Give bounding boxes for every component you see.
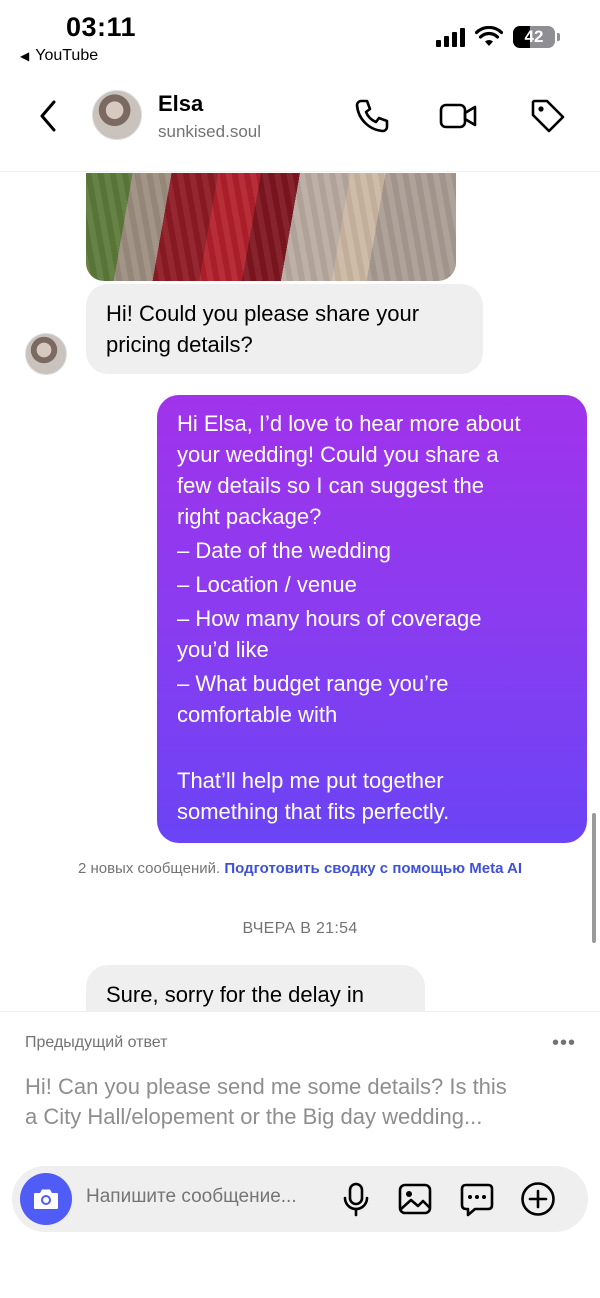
message-line: your wedding! Could you share a: [177, 442, 499, 467]
back-chevron-icon[interactable]: [32, 96, 68, 136]
add-plus-icon[interactable]: [519, 1180, 557, 1218]
outgoing-message-bubble[interactable]: Hi Elsa, I’d love to hear more about you…: [157, 395, 587, 843]
message-line: That’ll help me put together: [177, 768, 444, 793]
incoming-message-bubble[interactable]: Sure, sorry for the delay in: [86, 965, 425, 1011]
camera-button[interactable]: [20, 1173, 72, 1225]
new-messages-notice: 2 новых сообщений. Подготовить сводку с …: [0, 860, 600, 877]
contact-avatar[interactable]: [92, 90, 142, 140]
back-to-app-link[interactable]: ◀ YouTube: [20, 47, 98, 65]
contact-name[interactable]: Elsa: [158, 91, 203, 117]
gallery-image-icon[interactable]: [396, 1180, 434, 1218]
reply-line: a City Hall/elopement or the Big day wed…: [25, 1104, 483, 1129]
tag-label-icon[interactable]: [528, 96, 568, 136]
message-line: something that fits perfectly.: [177, 799, 450, 824]
status-bar: 03:11 ◀ YouTube 42: [0, 0, 600, 76]
message-line: pricing details?: [106, 332, 253, 357]
chat-header: Elsa sunkised.soul: [0, 76, 600, 172]
message-line: comfortable with: [177, 702, 338, 727]
message-line: right package?: [177, 504, 322, 529]
video-call-icon[interactable]: [438, 96, 478, 136]
microphone-icon[interactable]: [337, 1180, 375, 1218]
status-indicators: 42: [436, 26, 560, 48]
back-app-label: YouTube: [35, 47, 99, 64]
chat-bubble-icon[interactable]: [458, 1180, 496, 1218]
message-line: you’d like: [177, 637, 269, 662]
message-line: Hi! Could you please share your: [106, 301, 420, 326]
cellular-signal-icon: [436, 27, 465, 47]
wifi-icon: [475, 26, 503, 46]
status-time: 03:11: [66, 12, 137, 42]
scrollbar[interactable]: [592, 813, 596, 943]
reply-line: Hi! Can you please send me some details?…: [25, 1074, 507, 1099]
message-line: – Location / venue: [177, 572, 357, 597]
reply-panel-title: Предыдущий ответ: [25, 1034, 168, 1051]
back-triangle-icon: ◀: [20, 49, 30, 63]
message-line: – Date of the wedding: [177, 538, 392, 563]
new-messages-count: 2 новых сообщений.: [77, 860, 221, 877]
message-line: few details so I can suggest the: [177, 473, 484, 498]
more-options-icon[interactable]: •••: [552, 1032, 576, 1055]
message-input[interactable]: [86, 1186, 331, 1208]
contact-handle[interactable]: sunkised.soul: [158, 122, 261, 142]
sender-avatar[interactable]: [25, 333, 67, 375]
meta-ai-summary-link[interactable]: Подготовить сводку с помощью Meta AI: [224, 860, 522, 877]
message-line: – What budget range you’re: [177, 671, 449, 696]
battery-icon: 42: [513, 26, 555, 48]
message-thread[interactable]: Hi! Could you please share your pricing …: [0, 173, 600, 1011]
shared-wedding-photo[interactable]: [86, 173, 456, 281]
incoming-message-bubble[interactable]: Hi! Could you please share your pricing …: [86, 284, 483, 374]
message-line: Sure, sorry for the delay in: [106, 982, 365, 1007]
battery-level: 42: [524, 27, 544, 46]
phone-call-icon[interactable]: [352, 96, 392, 136]
reply-preview-text[interactable]: Hi! Can you please send me some details?…: [25, 1072, 575, 1132]
message-composer: [12, 1166, 588, 1232]
camera-icon: [34, 1189, 58, 1209]
message-timestamp: ВЧЕРА В 21:54: [242, 920, 358, 937]
message-line: – How many hours of coverage: [177, 606, 482, 631]
message-line: Hi Elsa, I’d love to hear more about: [177, 411, 521, 436]
previous-reply-panel[interactable]: Предыдущий ответ ••• Hi! Can you please …: [0, 1011, 600, 1161]
